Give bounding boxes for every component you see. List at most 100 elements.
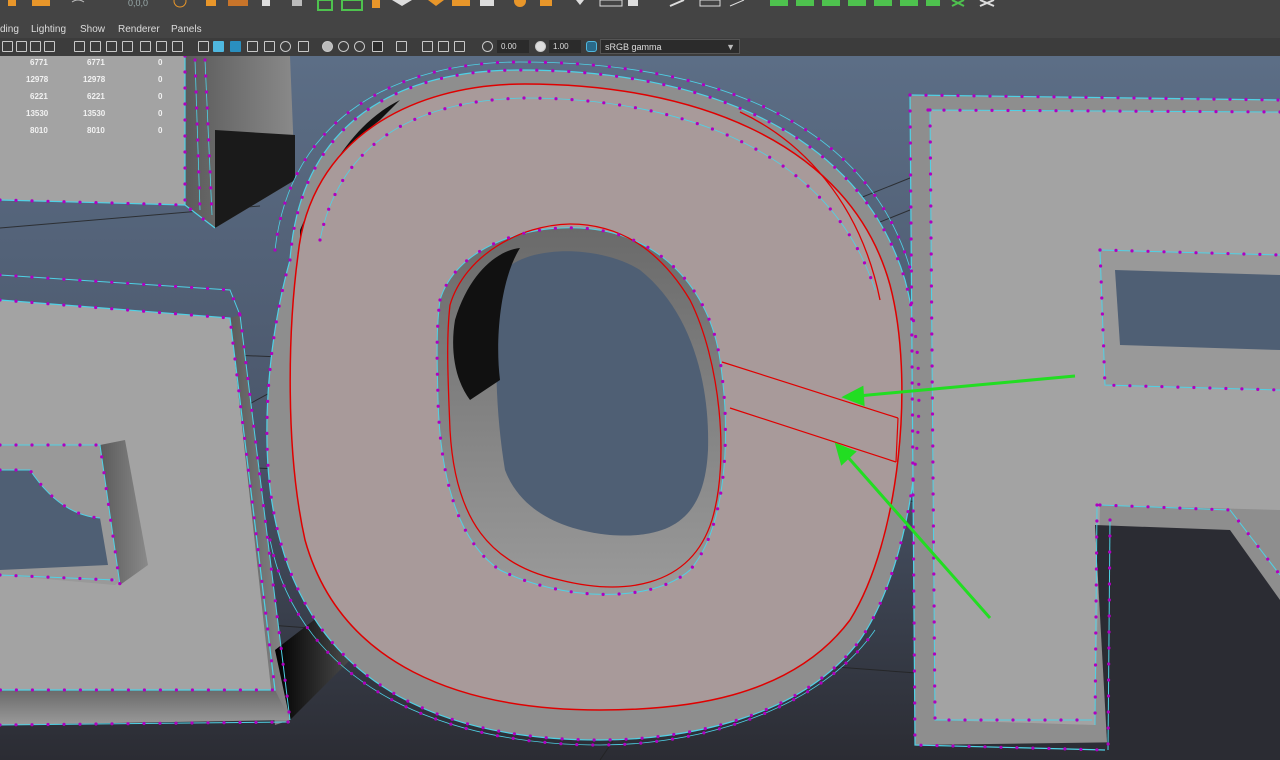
xray-active-icon[interactable] <box>438 41 449 52</box>
vertex-dot[interactable] <box>1093 663 1098 667</box>
sphere-icon[interactable] <box>514 0 526 7</box>
vertex-dot[interactable] <box>1107 598 1111 602</box>
vertex-dot[interactable] <box>62 303 66 307</box>
vertex-dot[interactable] <box>271 675 275 679</box>
vertex-dot[interactable] <box>599 72 603 76</box>
vertex-dot[interactable] <box>1094 567 1098 571</box>
vertex-dot[interactable] <box>62 688 66 692</box>
vertex-dot[interactable] <box>183 118 187 122</box>
vertex-dot[interactable] <box>204 90 208 94</box>
vertex-dot[interactable] <box>276 569 280 573</box>
vertex-dot[interactable] <box>268 367 272 372</box>
vertex-dot[interactable] <box>719 364 723 368</box>
vertex-dot[interactable] <box>716 348 720 352</box>
vertex-dot[interactable] <box>762 105 766 109</box>
backface-culling-icon[interactable] <box>454 41 465 52</box>
safe-title-icon[interactable] <box>172 41 183 52</box>
vertex-dot[interactable] <box>528 734 532 738</box>
vertex-dot[interactable] <box>265 535 269 539</box>
vertex-dot[interactable] <box>1095 535 1099 539</box>
vertex-dot[interactable] <box>913 701 917 705</box>
vertex-dot[interactable] <box>912 557 916 561</box>
vertex-dot[interactable] <box>126 688 130 692</box>
vertex-dot[interactable] <box>806 184 810 188</box>
vertex-dot[interactable] <box>126 308 130 312</box>
vertex-dot[interactable] <box>197 170 201 174</box>
vertex-dot[interactable] <box>874 214 878 218</box>
vertex-dot[interactable] <box>118 582 122 586</box>
vertex-dot[interactable] <box>963 718 967 722</box>
vertex-dot[interactable] <box>719 723 723 727</box>
vertex-dot[interactable] <box>100 455 104 459</box>
measure-icon[interactable] <box>699 0 721 7</box>
vertex-dot[interactable] <box>1063 747 1067 751</box>
exposure-field[interactable]: 0.00 <box>497 40 529 53</box>
vertex-dot[interactable] <box>14 274 18 278</box>
vertex-dot[interactable] <box>283 201 287 205</box>
vertex-dot[interactable] <box>110 578 114 582</box>
vertex-dot[interactable] <box>630 77 635 81</box>
vertex-dot[interactable] <box>972 94 976 98</box>
vertex-dot[interactable] <box>1196 97 1200 101</box>
vertex-dot[interactable] <box>1246 532 1250 536</box>
vertex-dot[interactable] <box>699 552 703 556</box>
vertex-dot[interactable] <box>820 676 824 680</box>
vertex-dot[interactable] <box>913 733 917 737</box>
vertex-dot[interactable] <box>1108 550 1112 554</box>
vertex-dot[interactable] <box>909 173 913 177</box>
vertex-dot[interactable] <box>1272 388 1276 392</box>
vertex-dot[interactable] <box>1043 718 1047 722</box>
vertex-dot[interactable] <box>183 134 187 138</box>
vertex-dot[interactable] <box>194 90 198 94</box>
vertex-dot[interactable] <box>1038 109 1042 113</box>
vertex-dot[interactable] <box>1112 383 1116 387</box>
vertex-dot[interactable] <box>910 349 914 353</box>
vertex-dot[interactable] <box>94 201 98 205</box>
vertex-dot[interactable] <box>722 459 727 463</box>
camera-attributes-icon[interactable] <box>16 41 27 52</box>
vertex-dot[interactable] <box>110 307 114 311</box>
vertex-dot[interactable] <box>723 427 728 431</box>
vertex-dot[interactable] <box>237 389 241 393</box>
vertex-dot[interactable] <box>901 272 905 276</box>
vertex-dot[interactable] <box>243 436 247 440</box>
vertex-dot[interactable] <box>193 58 197 62</box>
vertex-dot[interactable] <box>817 137 821 141</box>
vertex-dot[interactable] <box>1132 96 1136 100</box>
vertex-dot[interactable] <box>591 743 595 747</box>
vertex-dot[interactable] <box>649 587 653 591</box>
vertex-dot[interactable] <box>1130 504 1134 508</box>
vertex-dot[interactable] <box>1070 109 1074 113</box>
vertex-dot[interactable] <box>290 242 294 246</box>
vertex-dot[interactable] <box>221 315 225 320</box>
vertex-dot[interactable] <box>205 106 209 110</box>
vertex-dot[interactable] <box>14 468 18 472</box>
vertex-dot[interactable] <box>503 68 507 72</box>
vertex-dot[interactable] <box>693 90 697 95</box>
mesh-tool-2-icon[interactable] <box>796 0 814 6</box>
vertex-dot[interactable] <box>768 155 772 159</box>
vertex-dot[interactable] <box>158 688 162 692</box>
vertex-dot[interactable] <box>908 109 912 113</box>
vertex-dot[interactable] <box>1102 360 1106 364</box>
vertex-dot[interactable] <box>474 100 478 104</box>
vertex-dot[interactable] <box>208 170 212 174</box>
vertex-dot[interactable] <box>378 683 382 687</box>
vertex-dot[interactable] <box>201 217 205 221</box>
vertex-dot[interactable] <box>435 712 439 716</box>
vertex-dot[interactable] <box>932 636 936 640</box>
vertex-dot[interactable] <box>721 379 725 384</box>
vertex-dot[interactable] <box>417 74 421 79</box>
vertex-dot[interactable] <box>646 245 650 249</box>
vertex-dot[interactable] <box>272 554 276 558</box>
vertex-dot[interactable] <box>289 572 293 577</box>
vertex-dot[interactable] <box>327 207 331 211</box>
mesh-tool-4-icon[interactable] <box>848 0 866 6</box>
vertex-dot[interactable] <box>703 727 707 731</box>
multisample-aa-icon[interactable] <box>338 41 349 52</box>
vertex-dot[interactable] <box>670 737 675 741</box>
vertex-dot[interactable] <box>279 542 283 546</box>
vertex-dot[interactable] <box>601 592 605 597</box>
curve-icon[interactable] <box>729 0 745 7</box>
vertex-dot[interactable] <box>246 468 250 472</box>
